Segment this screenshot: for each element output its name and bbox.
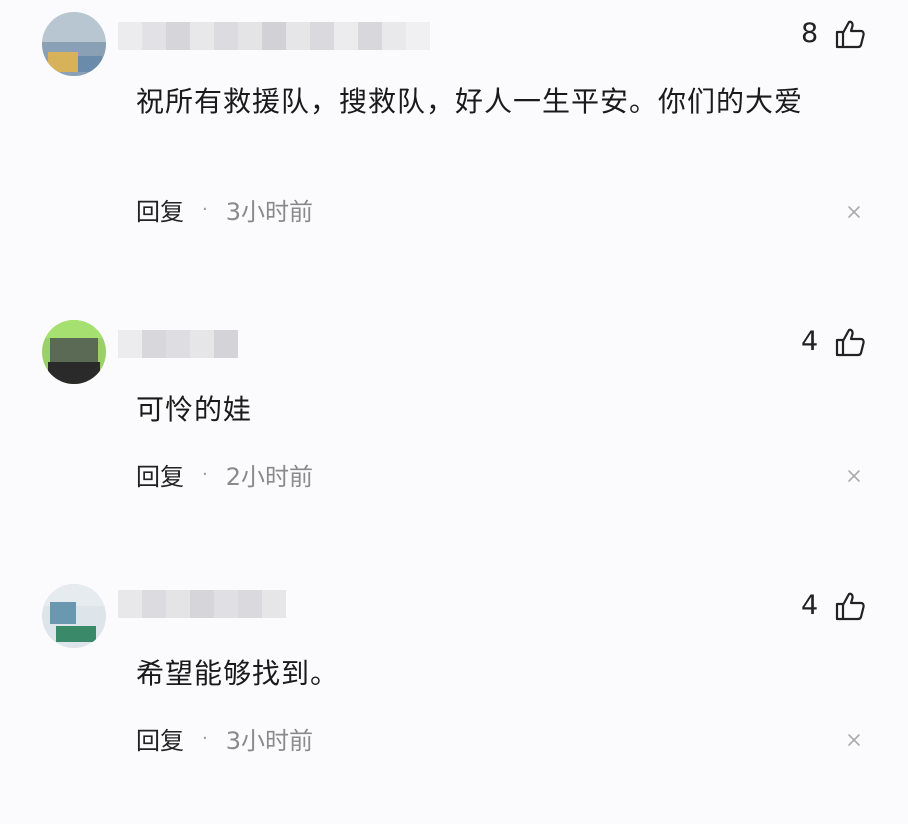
close-icon[interactable] [846,732,862,748]
thumbs-up-icon[interactable] [834,590,866,622]
comment-meta: 回复 · 3小时前 [136,721,313,756]
like-count: 8 [801,18,819,49]
avatar[interactable] [42,12,106,76]
username[interactable] [118,330,238,358]
reply-button[interactable]: 回复 [136,192,184,227]
username[interactable] [118,590,286,618]
timestamp: 3小时前 [225,727,314,755]
comment-text: 祝所有救援队，搜救队，好人一生平安。你们的大爱 [136,85,804,118]
comment-text: 希望能够找到。 [136,657,340,690]
like-count: 4 [801,590,819,621]
close-icon[interactable] [846,468,862,484]
comment-text: 可怜的娃 [136,393,253,426]
timestamp: 3小时前 [225,198,314,226]
comment-meta: 回复 · 3小时前 [136,192,313,227]
separator-dot: · [202,728,208,749]
avatar[interactable] [42,320,106,384]
close-icon[interactable] [846,204,862,220]
timestamp: 2小时前 [225,463,314,491]
comment-meta: 回复 · 2小时前 [136,457,313,492]
avatar[interactable] [42,584,106,648]
username[interactable] [118,22,430,50]
separator-dot: · [202,464,208,485]
like-count: 4 [801,326,819,357]
thumbs-up-icon[interactable] [834,18,866,50]
reply-button[interactable]: 回复 [136,457,184,492]
thumbs-up-icon[interactable] [834,326,866,358]
separator-dot: · [202,199,208,220]
reply-button[interactable]: 回复 [136,721,184,756]
